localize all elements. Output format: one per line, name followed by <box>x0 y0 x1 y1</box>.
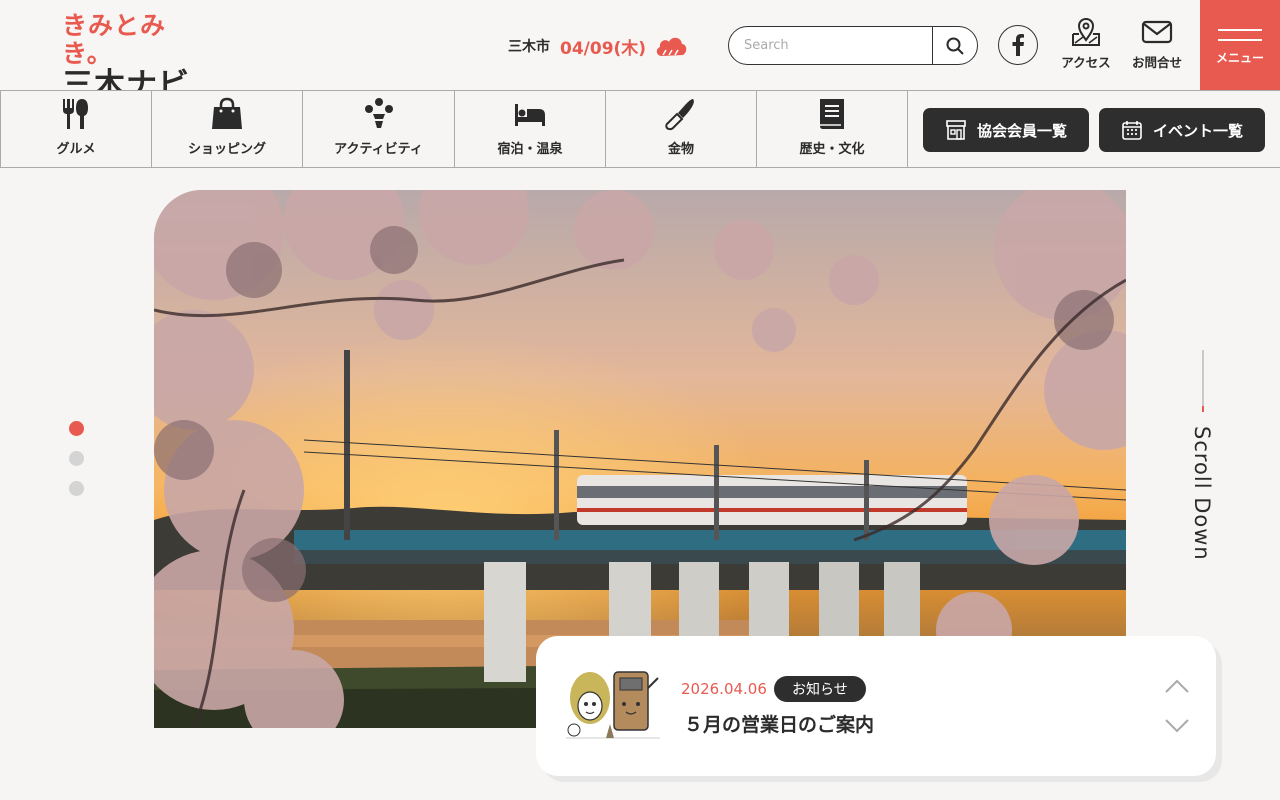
contact-label: お問合せ <box>1131 55 1182 70</box>
shopping-bag-icon <box>212 97 242 129</box>
scroll-down-label: Scroll Down <box>1190 426 1214 561</box>
book-icon <box>820 99 844 129</box>
access-link[interactable]: アクセス <box>1054 14 1118 74</box>
nav-label-shopping: ショッピング <box>187 142 266 157</box>
nav-label-gourmet: グルメ <box>56 142 96 157</box>
chevron-up-icon[interactable] <box>1164 678 1190 694</box>
nav-label-history: 歴史・文化 <box>799 142 865 157</box>
access-label: アクセス <box>1061 55 1111 70</box>
search-input[interactable] <box>729 27 932 64</box>
nav-item-hardware[interactable]: 金物 <box>606 91 757 167</box>
cloud-icon <box>656 37 687 56</box>
members-list-label: 協会会員一覧 <box>976 121 1067 140</box>
nav-label-hardware: 金物 <box>667 142 694 157</box>
search-icon <box>946 37 964 55</box>
calendar-icon <box>1122 121 1142 140</box>
nav-item-shopping[interactable]: ショッピング <box>152 91 303 167</box>
blade-icon <box>665 99 694 131</box>
news-category-badge: お知らせ <box>774 676 866 702</box>
hamburger-icon-bar-bottom <box>1218 38 1262 41</box>
menu-label: メニュー <box>1215 50 1264 65</box>
bed-icon <box>515 104 545 126</box>
menu-button[interactable]: メニュー <box>1200 0 1280 90</box>
events-list-label: イベント一覧 <box>1152 121 1243 140</box>
nav-item-gourmet[interactable]: グルメ <box>0 91 152 167</box>
weather-date: 04/09(木) <box>560 38 647 59</box>
chevron-down-icon[interactable] <box>1164 718 1190 734</box>
shop-icon <box>946 120 966 140</box>
envelope-icon <box>1141 20 1173 44</box>
scroll-line <box>1202 350 1204 412</box>
slider-dot-2[interactable] <box>69 451 84 466</box>
events-list-button[interactable]: イベント一覧 <box>1099 108 1265 152</box>
slider-dot-3[interactable] <box>69 481 84 496</box>
nav-label-activity: アクティビティ <box>334 142 423 157</box>
news-date: 2026.04.06 <box>681 680 767 698</box>
news-title[interactable]: ５月の営業日のご案内 <box>684 710 874 737</box>
slider-pagination <box>69 421 84 511</box>
category-nav: グルメ ショッピング アクティビティ 宿泊・温泉 金物 歴史・文化 協会会員一覧… <box>0 90 1280 168</box>
news-ticker: 2026.04.06 お知らせ ５月の営業日のご案内 <box>536 636 1216 776</box>
facebook-link[interactable] <box>998 25 1038 65</box>
hamburger-icon-bar-top <box>1218 28 1262 31</box>
nav-item-activity[interactable]: アクティビティ <box>303 91 455 167</box>
fork-knife-icon <box>63 99 88 129</box>
logo-tagline: きみとみき。 <box>62 11 167 68</box>
site-logo[interactable]: きみとみき。 三木ナビ <box>62 11 212 103</box>
mascot-illustration <box>566 671 660 739</box>
nav-item-stay[interactable]: 宿泊・温泉 <box>455 91 606 167</box>
contact-link[interactable]: お問合せ <box>1125 14 1189 74</box>
search-button[interactable] <box>932 27 977 64</box>
facebook-icon <box>1012 34 1024 56</box>
weather-city: 三木市 <box>508 39 550 55</box>
weather-widget: 三木市 04/09(木) <box>508 33 688 59</box>
nav-item-history[interactable]: 歴史・文化 <box>757 91 908 167</box>
site-header: きみとみき。 三木ナビ 三木市 04/09(木) Search アクセス お問合… <box>0 0 1280 103</box>
activity-icon <box>364 98 393 128</box>
scroll-down-indicator[interactable]: Scroll Down <box>1186 350 1220 570</box>
scroll-line-accent <box>1202 406 1204 412</box>
members-list-button[interactable]: 協会会員一覧 <box>923 108 1089 152</box>
search-box <box>728 26 978 65</box>
nav-label-stay: 宿泊・温泉 <box>497 142 563 157</box>
map-pin-icon <box>1072 17 1100 46</box>
slider-dot-1[interactable] <box>69 421 84 436</box>
